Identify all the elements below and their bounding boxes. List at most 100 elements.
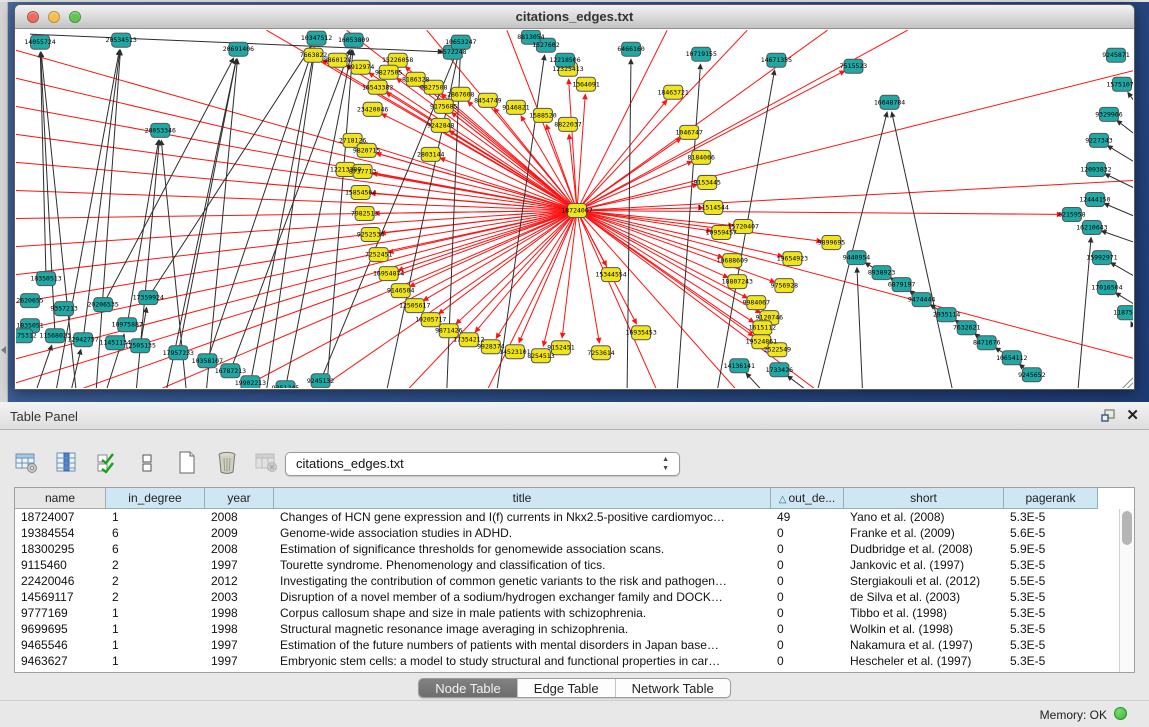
column-header-out_de[interactable]: △out_de... [771, 488, 844, 509]
table-cell[interactable]: 2 [106, 589, 205, 605]
table-row[interactable]: 977716911998Corpus callosum shape and si… [15, 605, 1119, 621]
table-row[interactable]: 1872400712008Changes of HCN gene express… [15, 509, 1119, 525]
table-row[interactable]: 969969511998Structural magnetic resonanc… [15, 621, 1119, 637]
table-cell[interactable]: 5.3E-5 [1004, 621, 1098, 637]
table-cell[interactable]: Structural magnetic resonance image aver… [274, 621, 771, 637]
table-cell[interactable]: 0 [771, 541, 844, 557]
network-window[interactable]: citations_edges.txt 76638228860128891297… [14, 4, 1135, 390]
tab-network-table[interactable]: Network Table [616, 679, 730, 697]
table-cell[interactable]: 5.5E-5 [1004, 573, 1098, 589]
table-cell[interactable]: 0 [771, 653, 844, 669]
table-cell[interactable]: 5.3E-5 [1004, 509, 1098, 525]
new-table-button[interactable] [174, 450, 200, 476]
table-cell[interactable]: 1997 [205, 637, 274, 653]
table-cell[interactable]: 18724007 [15, 509, 106, 525]
table-cell[interactable]: 2012 [205, 573, 274, 589]
column-header-year[interactable]: year [205, 488, 274, 509]
table-cell[interactable]: Yano et al. (2008) [844, 509, 1004, 525]
table-cell[interactable]: 0 [771, 525, 844, 541]
table-cell[interactable]: 5.6E-5 [1004, 525, 1098, 541]
network-canvas[interactable]: 7663822886012889129741522605898275051654… [16, 30, 1133, 388]
table-cell[interactable]: 5.3E-5 [1004, 605, 1098, 621]
table-cell[interactable]: 9465546 [15, 637, 106, 653]
table-row[interactable]: 1830029562008Estimation of significance … [15, 541, 1119, 557]
table-cell[interactable]: 0 [771, 621, 844, 637]
column-header-in_degree[interactable]: in_degree [106, 488, 205, 509]
tab-node-table[interactable]: Node Table [419, 679, 518, 697]
table-cell[interactable]: 6 [106, 541, 205, 557]
table-cell[interactable]: 22420046 [15, 573, 106, 589]
table-cell[interactable]: Estimation of the future numbers of pati… [274, 637, 771, 653]
table-row[interactable]: 2242004622012Investigating the contribut… [15, 573, 1119, 589]
table-cell[interactable]: 0 [771, 589, 844, 605]
table-vertical-scrollbar[interactable] [1119, 509, 1134, 672]
table-cell[interactable]: 2009 [205, 525, 274, 541]
table-cell[interactable]: 0 [771, 637, 844, 653]
table-cell[interactable]: 0 [771, 557, 844, 573]
select-columns-button[interactable] [94, 450, 120, 476]
table-cell[interactable]: Hescheler et al. (1997) [844, 653, 1004, 669]
table-settings-button[interactable] [14, 450, 40, 476]
table-cell[interactable]: 9777169 [15, 605, 106, 621]
table-cell[interactable]: 5.9E-5 [1004, 541, 1098, 557]
table-cell[interactable]: Investigating the contribution of common… [274, 573, 771, 589]
table-cell[interactable]: 2008 [205, 541, 274, 557]
table-cell[interactable]: 9115460 [15, 557, 106, 573]
table-row[interactable]: 1456911722003Disruption of a novel membe… [15, 589, 1119, 605]
table-cell[interactable]: 6 [106, 525, 205, 541]
citation-network-graph[interactable]: 7663822886012889129741522605898275051654… [16, 30, 1133, 388]
float-panel-icon[interactable] [1101, 409, 1116, 423]
network-window-titlebar[interactable]: citations_edges.txt [15, 5, 1134, 29]
table-cell[interactable]: 1 [106, 605, 205, 621]
table-cell[interactable]: 1998 [205, 621, 274, 637]
table-cell[interactable]: Jankovic et al. (1997) [844, 557, 1004, 573]
table-cell[interactable]: 1 [106, 653, 205, 669]
table-cell[interactable]: 9463627 [15, 653, 106, 669]
table-cell[interactable]: Franke et al. (2009) [844, 525, 1004, 541]
column-header-short[interactable]: short [844, 488, 1004, 509]
table-cell[interactable]: 2 [106, 573, 205, 589]
table-cell[interactable]: 1 [106, 637, 205, 653]
table-cell[interactable]: de Silva et al. (2003) [844, 589, 1004, 605]
table-cell[interactable]: Tourette syndrome. Phenomenology and cla… [274, 557, 771, 573]
table-cell[interactable]: Estimation of significance thresholds fo… [274, 541, 771, 557]
table-row[interactable]: 1938455462009Genome-wide association stu… [15, 525, 1119, 541]
table-cell[interactable]: Embryonic stem cells: a model to study s… [274, 653, 771, 669]
column-header-title[interactable]: title [274, 488, 771, 509]
table-cell[interactable]: Stergiakouli et al. (2012) [844, 573, 1004, 589]
table-row[interactable]: 946554611997Estimation of the future num… [15, 637, 1119, 653]
table-cell[interactable]: 5.3E-5 [1004, 589, 1098, 605]
table-cell[interactable]: 5.3E-5 [1004, 637, 1098, 653]
table-row[interactable]: 946362711997Embryonic stem cells: a mode… [15, 653, 1119, 669]
table-cell[interactable]: 5.3E-5 [1004, 557, 1098, 573]
table-cell[interactable]: 18300295 [15, 541, 106, 557]
table-cell[interactable]: 1 [106, 621, 205, 637]
table-cell[interactable]: Genome-wide association studies in ADHD. [274, 525, 771, 541]
collapse-west-arrow-icon[interactable] [1, 346, 6, 354]
column-header-pagerank[interactable]: pagerank [1004, 488, 1098, 509]
close-panel-icon[interactable]: ✕ [1126, 408, 1139, 423]
table-cell[interactable]: 9699695 [15, 621, 106, 637]
table-cell[interactable]: Disruption of a novel member of a sodium… [274, 589, 771, 605]
tab-edge-table[interactable]: Edge Table [518, 679, 616, 697]
scrollbar-thumb[interactable] [1122, 511, 1132, 545]
table-cell[interactable]: 14569117 [15, 589, 106, 605]
table-source-dropdown[interactable]: citations_edges.txt ▲▼ [285, 452, 680, 476]
show-column-button[interactable] [54, 450, 80, 476]
table-cell[interactable]: 1997 [205, 557, 274, 573]
table-cell[interactable]: 2 [106, 557, 205, 573]
table-cell[interactable]: 1997 [205, 653, 274, 669]
table-cell[interactable]: Nakamura et al. (1997) [844, 637, 1004, 653]
table-row[interactable]: 911546021997Tourette syndrome. Phenomeno… [15, 557, 1119, 573]
table-cell[interactable]: 5.3E-5 [1004, 653, 1098, 669]
table-cell[interactable]: 0 [771, 605, 844, 621]
table-cell[interactable]: Wolkin et al. (1998) [844, 621, 1004, 637]
table-cell[interactable]: 2008 [205, 509, 274, 525]
table-cell[interactable]: 0 [771, 573, 844, 589]
table-cell[interactable]: 1998 [205, 605, 274, 621]
table-cell[interactable]: Tibbo et al. (1998) [844, 605, 1004, 621]
column-header-name[interactable]: name [15, 488, 106, 509]
delete-table-button[interactable] [214, 450, 240, 476]
table-cell[interactable]: 2003 [205, 589, 274, 605]
table-cell[interactable]: Changes of HCN gene expression and I(f) … [274, 509, 771, 525]
